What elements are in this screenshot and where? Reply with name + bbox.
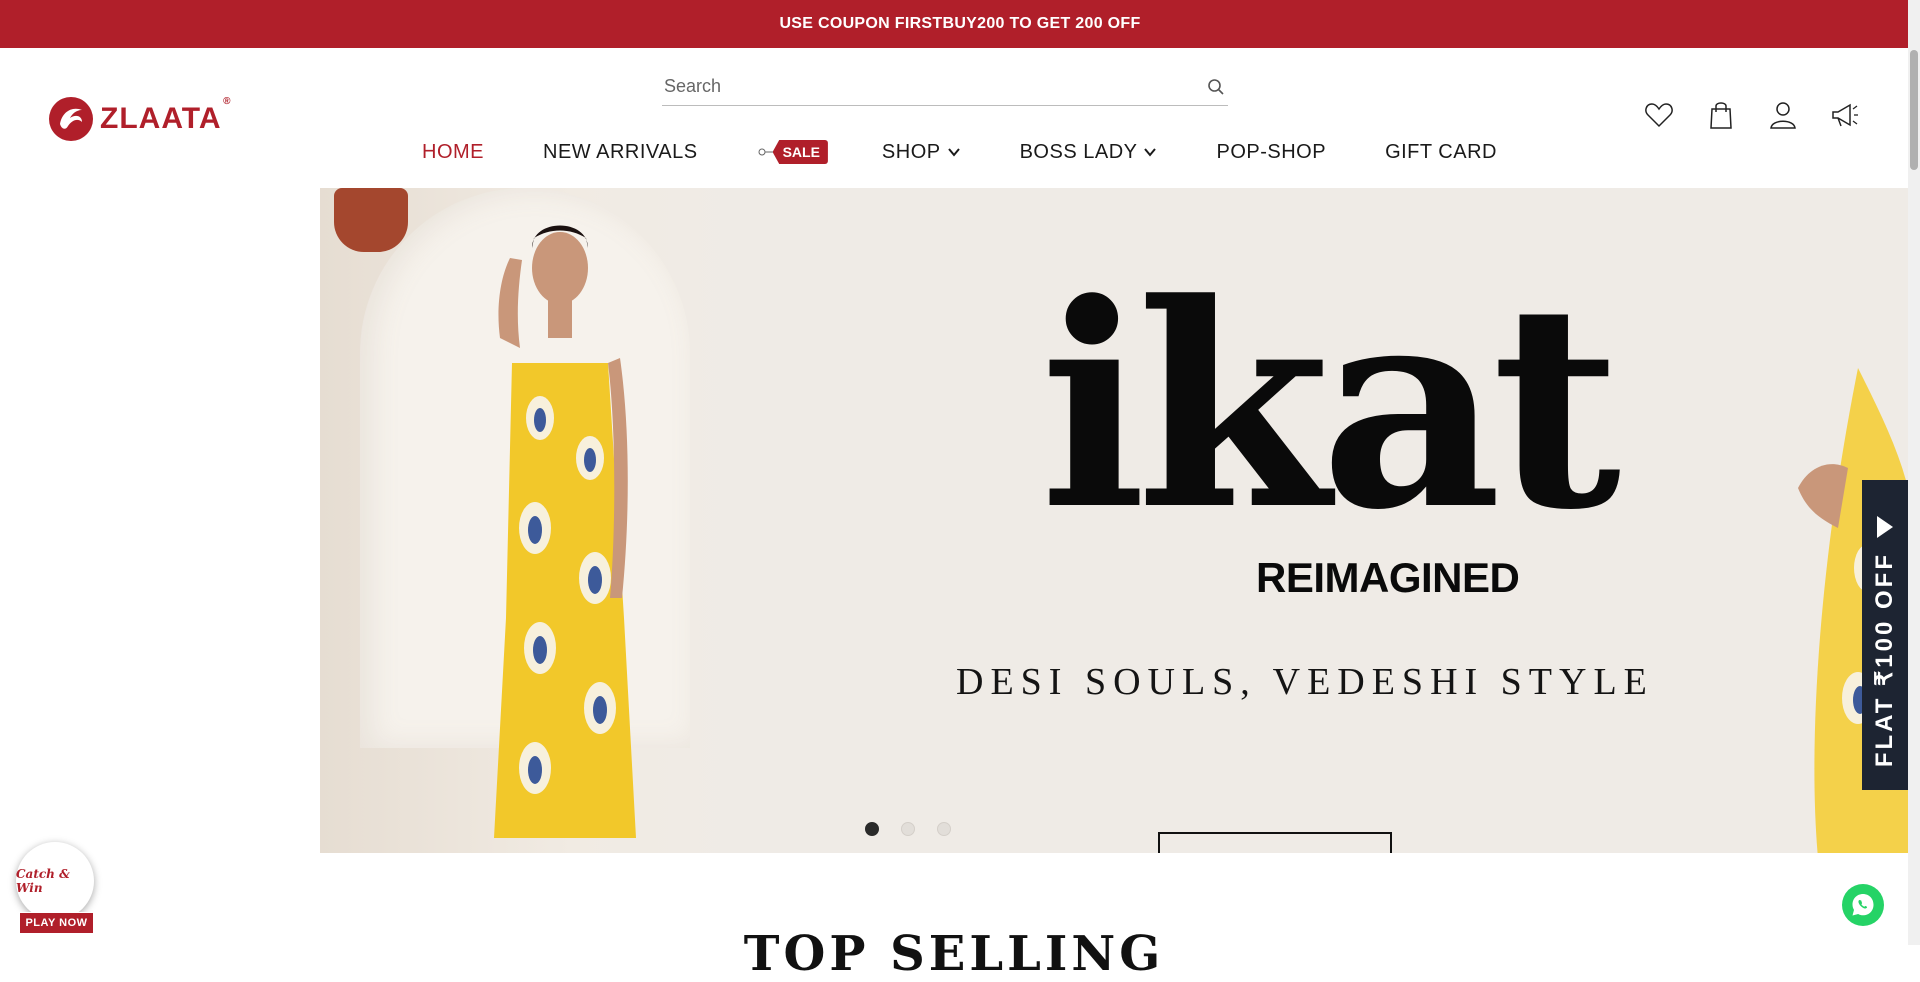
chevron-down-icon bbox=[1144, 148, 1157, 157]
wishlist-heart-icon[interactable] bbox=[1644, 100, 1674, 130]
hero-tagline: DESI SOULS, VEDESHI STYLE bbox=[956, 661, 1654, 703]
hero-title: ikat bbox=[1040, 243, 1621, 572]
hero-subtitle: REIMAGINED bbox=[1256, 554, 1520, 601]
nav-home[interactable]: HOME bbox=[422, 141, 484, 164]
nav-boss-lady[interactable]: BOSS LADY bbox=[1020, 141, 1158, 164]
brand-name: ZLAATA ® bbox=[100, 96, 232, 135]
hero-model-image bbox=[494, 225, 636, 838]
site-header: ZLAATA® HOME NEW ARRIVALS SALE SHOP BOSS… bbox=[0, 48, 1908, 188]
announcement-text: USE COUPON FIRSTBUY200 TO GET 200 OFF bbox=[779, 15, 1141, 32]
search-bar[interactable] bbox=[662, 68, 1228, 106]
main-nav: HOME NEW ARRIVALS SALE SHOP BOSS LADY PO… bbox=[422, 132, 1556, 172]
play-icon bbox=[1877, 516, 1893, 538]
chevron-down-icon bbox=[947, 148, 960, 157]
shopping-bag-icon[interactable] bbox=[1706, 100, 1736, 130]
nav-pop-shop[interactable]: POP-SHOP bbox=[1216, 141, 1326, 164]
carousel-dots bbox=[865, 822, 951, 836]
hero-banner[interactable]: ikat REIMAGINED DESI SOULS, VEDESHI STYL… bbox=[320, 188, 1908, 853]
nav-shop[interactable]: SHOP bbox=[882, 141, 961, 164]
whatsapp-icon[interactable] bbox=[1842, 884, 1884, 926]
search-input[interactable] bbox=[662, 76, 1206, 97]
carousel-dot-1[interactable] bbox=[865, 822, 879, 836]
catch-and-win-widget[interactable]: Catch & Win PLAY NOW bbox=[16, 842, 96, 938]
brand-logo[interactable]: ZLAATA ® bbox=[48, 96, 232, 142]
page-scrollbar[interactable] bbox=[1908, 0, 1920, 945]
user-account-icon[interactable] bbox=[1768, 100, 1798, 130]
search-icon[interactable] bbox=[1206, 77, 1226, 97]
terracotta-pot-decor bbox=[334, 188, 408, 252]
hero-cta-button[interactable] bbox=[1158, 832, 1392, 853]
carousel-dot-3[interactable] bbox=[937, 822, 951, 836]
flat-offer-side-tab[interactable]: FLAT ₹100 OFF bbox=[1862, 480, 1908, 790]
carousel-dot-2[interactable] bbox=[901, 822, 915, 836]
section-heading: TOP SELLING bbox=[743, 926, 1165, 982]
scrollbar-thumb[interactable] bbox=[1910, 50, 1918, 170]
announcement-bar: USE COUPON FIRSTBUY200 TO GET 200 OFF bbox=[0, 0, 1920, 48]
catch-win-badge[interactable]: Catch & Win bbox=[16, 842, 94, 920]
nav-new-arrivals[interactable]: NEW ARRIVALS bbox=[543, 141, 698, 164]
nav-gift-card[interactable]: GIFT CARD bbox=[1385, 141, 1497, 164]
flat-offer-text: FLAT ₹100 OFF bbox=[1871, 552, 1898, 768]
play-now-button[interactable]: PLAY NOW bbox=[19, 912, 94, 934]
nav-sale[interactable]: SALE bbox=[757, 140, 828, 164]
whatsapp-glyph-icon bbox=[1852, 894, 1874, 916]
tag-string-icon bbox=[758, 148, 773, 156]
brand-logo-icon bbox=[49, 97, 93, 141]
header-icons bbox=[1644, 100, 1860, 130]
sale-badge: SALE bbox=[772, 140, 828, 164]
announcement-megaphone-icon[interactable] bbox=[1830, 100, 1860, 130]
